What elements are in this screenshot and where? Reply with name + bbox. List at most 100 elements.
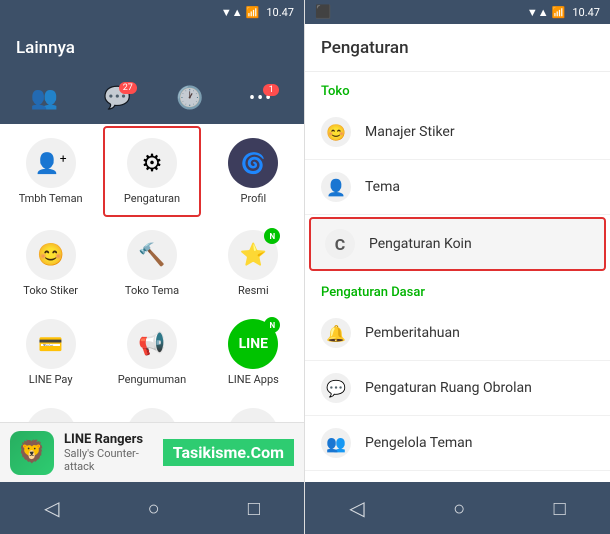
section-header-dasar: Pengaturan Dasar (305, 273, 610, 306)
profile-label: Profil (241, 192, 267, 205)
koin-label: Pengaturan Koin (369, 236, 472, 252)
settings-label: Pengaturan (124, 192, 180, 205)
sticker-icon-wrap: 😊 (26, 230, 76, 280)
announcement-icon-wrap: 📢 (127, 319, 177, 369)
theme-icon: 🔨 (138, 243, 165, 268)
sticker-icon: 😊 (37, 243, 64, 268)
grid-item-line-pay[interactable]: 💳 LINE Pay (0, 308, 101, 397)
pemberitahuan-label: Pemberitahuan (365, 325, 460, 341)
friends-icon: 👥 (31, 86, 58, 111)
tema-label: Tema (365, 179, 400, 195)
left-nav-title: Lainnya (16, 38, 75, 58)
line-apps-label: LINE Apps (228, 373, 279, 386)
koin-icon: C (325, 229, 355, 259)
ruang-obrolan-label: Pengaturan Ruang Obrolan (365, 380, 532, 396)
settings-item-pengelola-teman[interactable]: 👥 Pengelola Teman (305, 416, 610, 471)
tab-history[interactable]: 🕐 (168, 82, 211, 115)
left-tab-bar: 👥 💬 27 🕐 ••• 1 (0, 72, 304, 124)
grid-container: 👤+ Tmbh Teman ⚙ Pengaturan 🌀 Profil 😊 To… (0, 124, 304, 422)
settings-item-manajer-stiker[interactable]: 😊 Manajer Stiker (305, 105, 610, 160)
right-wifi-icon: 📶 (552, 6, 566, 19)
wifi-icon: 📶 (246, 6, 260, 19)
time-left: 10.47 (266, 6, 294, 19)
banner-text: LINE Rangers Sally's Counter-attack (64, 432, 153, 473)
left-bottom-nav: ◁ ○ □ (0, 482, 304, 534)
grid-item-official[interactable]: ⭐ N Resmi (203, 219, 304, 308)
banner-app-sub: Sally's Counter-attack (64, 447, 153, 473)
pengelola-teman-label: Pengelola Teman (365, 435, 473, 451)
alumni-icon: 🎓 (240, 421, 267, 423)
line-pay-label: LINE Pay (29, 373, 73, 386)
settings-icon: ⚙ (141, 149, 163, 177)
banner-app-icon: 🦁 (10, 431, 54, 475)
official-icon-wrap: ⭐ N (228, 230, 278, 280)
line-apps-badge: N (264, 317, 280, 333)
profile-icon-wrap: 🌀 (228, 138, 278, 188)
profile-icon: 🌀 (241, 151, 266, 175)
right-back-button[interactable]: ◁ (333, 488, 380, 528)
right-top-nav: Pengaturan (305, 24, 610, 72)
right-recents-button[interactable]: □ (538, 488, 582, 529)
sticker-label: Toko Stiker (23, 284, 78, 297)
tab-more[interactable]: ••• 1 (241, 84, 281, 113)
manajer-stiker-label: Manajer Stiker (365, 124, 455, 140)
settings-icon-wrap: ⚙ (127, 138, 177, 188)
settings-item-ruang-obrolan[interactable]: 💬 Pengaturan Ruang Obrolan (305, 361, 610, 416)
left-status-bar: ▼▲ 📶 10.47 (0, 0, 304, 24)
announcement-label: Pengumuman (118, 373, 186, 386)
chats-badge: 27 (119, 82, 137, 94)
announcement-icon: 📢 (138, 332, 165, 357)
add-friend-label: Tmbh Teman (19, 192, 83, 205)
right-signal-icon: ▼▲ (527, 6, 549, 19)
right-status-bar: ⬛ ▼▲ 📶 10.47 (305, 0, 610, 24)
line-games-icon: 🎮 (37, 421, 64, 423)
left-panel: ▼▲ 📶 10.47 Lainnya 👥 💬 27 🕐 ••• 1 👤+ (0, 0, 305, 534)
official-icon: ⭐ (240, 243, 267, 268)
settings-item-pemberitahuan[interactable]: 🔔 Pemberitahuan (305, 306, 610, 361)
signal-icon: ▼▲ (221, 6, 243, 19)
line-pay-icon-wrap: 💳 (26, 319, 76, 369)
banner-app-name: LINE Rangers (64, 432, 153, 447)
right-time: 10.47 (572, 6, 600, 19)
grid-item-sticker-shop[interactable]: 😊 Toko Stiker (0, 219, 101, 308)
manajer-stiker-icon: 😊 (321, 117, 351, 147)
free-coin-icon-wrap: C (127, 408, 177, 422)
grid-item-announcement[interactable]: 📢 Pengumuman (101, 308, 202, 397)
alumni-icon-wrap: 🎓 (228, 408, 278, 422)
grid-item-add-friend[interactable]: 👤+ Tmbh Teman (0, 124, 101, 219)
tab-friends[interactable]: 👥 (23, 82, 66, 115)
theme-icon-wrap: 🔨 (127, 230, 177, 280)
add-friend-icon-wrap: 👤+ (26, 138, 76, 188)
grid-item-line-apps[interactable]: LINE N LINE Apps (203, 308, 304, 397)
pemberitahuan-icon: 🔔 (321, 318, 351, 348)
official-label: Resmi (238, 284, 269, 297)
history-icon: 🕐 (176, 86, 203, 111)
theme-label: Toko Tema (125, 284, 179, 297)
tab-chats[interactable]: 💬 27 (95, 82, 138, 115)
right-bottom-nav: ◁ ○ □ (305, 482, 610, 534)
grid-item-profile[interactable]: 🌀 Profil (203, 124, 304, 219)
right-status-left-icon: ⬛ (315, 5, 331, 20)
app-banner[interactable]: 🦁 LINE Rangers Sally's Counter-attack Ta… (0, 422, 304, 482)
right-home-button[interactable]: ○ (437, 488, 481, 529)
left-top-nav: Lainnya (0, 24, 304, 72)
grid-item-theme-shop[interactable]: 🔨 Toko Tema (101, 219, 202, 308)
line-apps-icon-wrap: LINE N (228, 319, 278, 369)
home-button[interactable]: ○ (132, 488, 176, 529)
grid-item-settings[interactable]: ⚙ Pengaturan (103, 126, 200, 217)
settings-item-tema[interactable]: 👤 Tema (305, 160, 610, 215)
left-status-icons: ▼▲ 📶 10.47 (221, 6, 294, 19)
settings-item-pengaturan-koin[interactable]: C Pengaturan Koin (309, 217, 606, 271)
tema-icon: 👤 (321, 172, 351, 202)
grid-item-alumni[interactable]: 🎓 Cari Alumni (203, 397, 304, 422)
settings-content: Toko 😊 Manajer Stiker 👤 Tema C Pengatura… (305, 72, 610, 482)
right-panel: ⬛ ▼▲ 📶 10.47 Pengaturan Toko 😊 Manajer S… (305, 0, 610, 534)
recents-button[interactable]: □ (232, 488, 276, 529)
add-friend-icon: 👤+ (35, 151, 67, 175)
grid-item-line-games[interactable]: 🎮 LINE Games (0, 397, 101, 422)
pengelola-teman-icon: 👥 (321, 428, 351, 458)
back-button[interactable]: ◁ (28, 488, 75, 528)
more-badge: 1 (263, 84, 279, 96)
grid-item-free-coin[interactable]: C Koin Gratis (101, 397, 202, 422)
line-apps-icon: LINE (239, 336, 268, 352)
